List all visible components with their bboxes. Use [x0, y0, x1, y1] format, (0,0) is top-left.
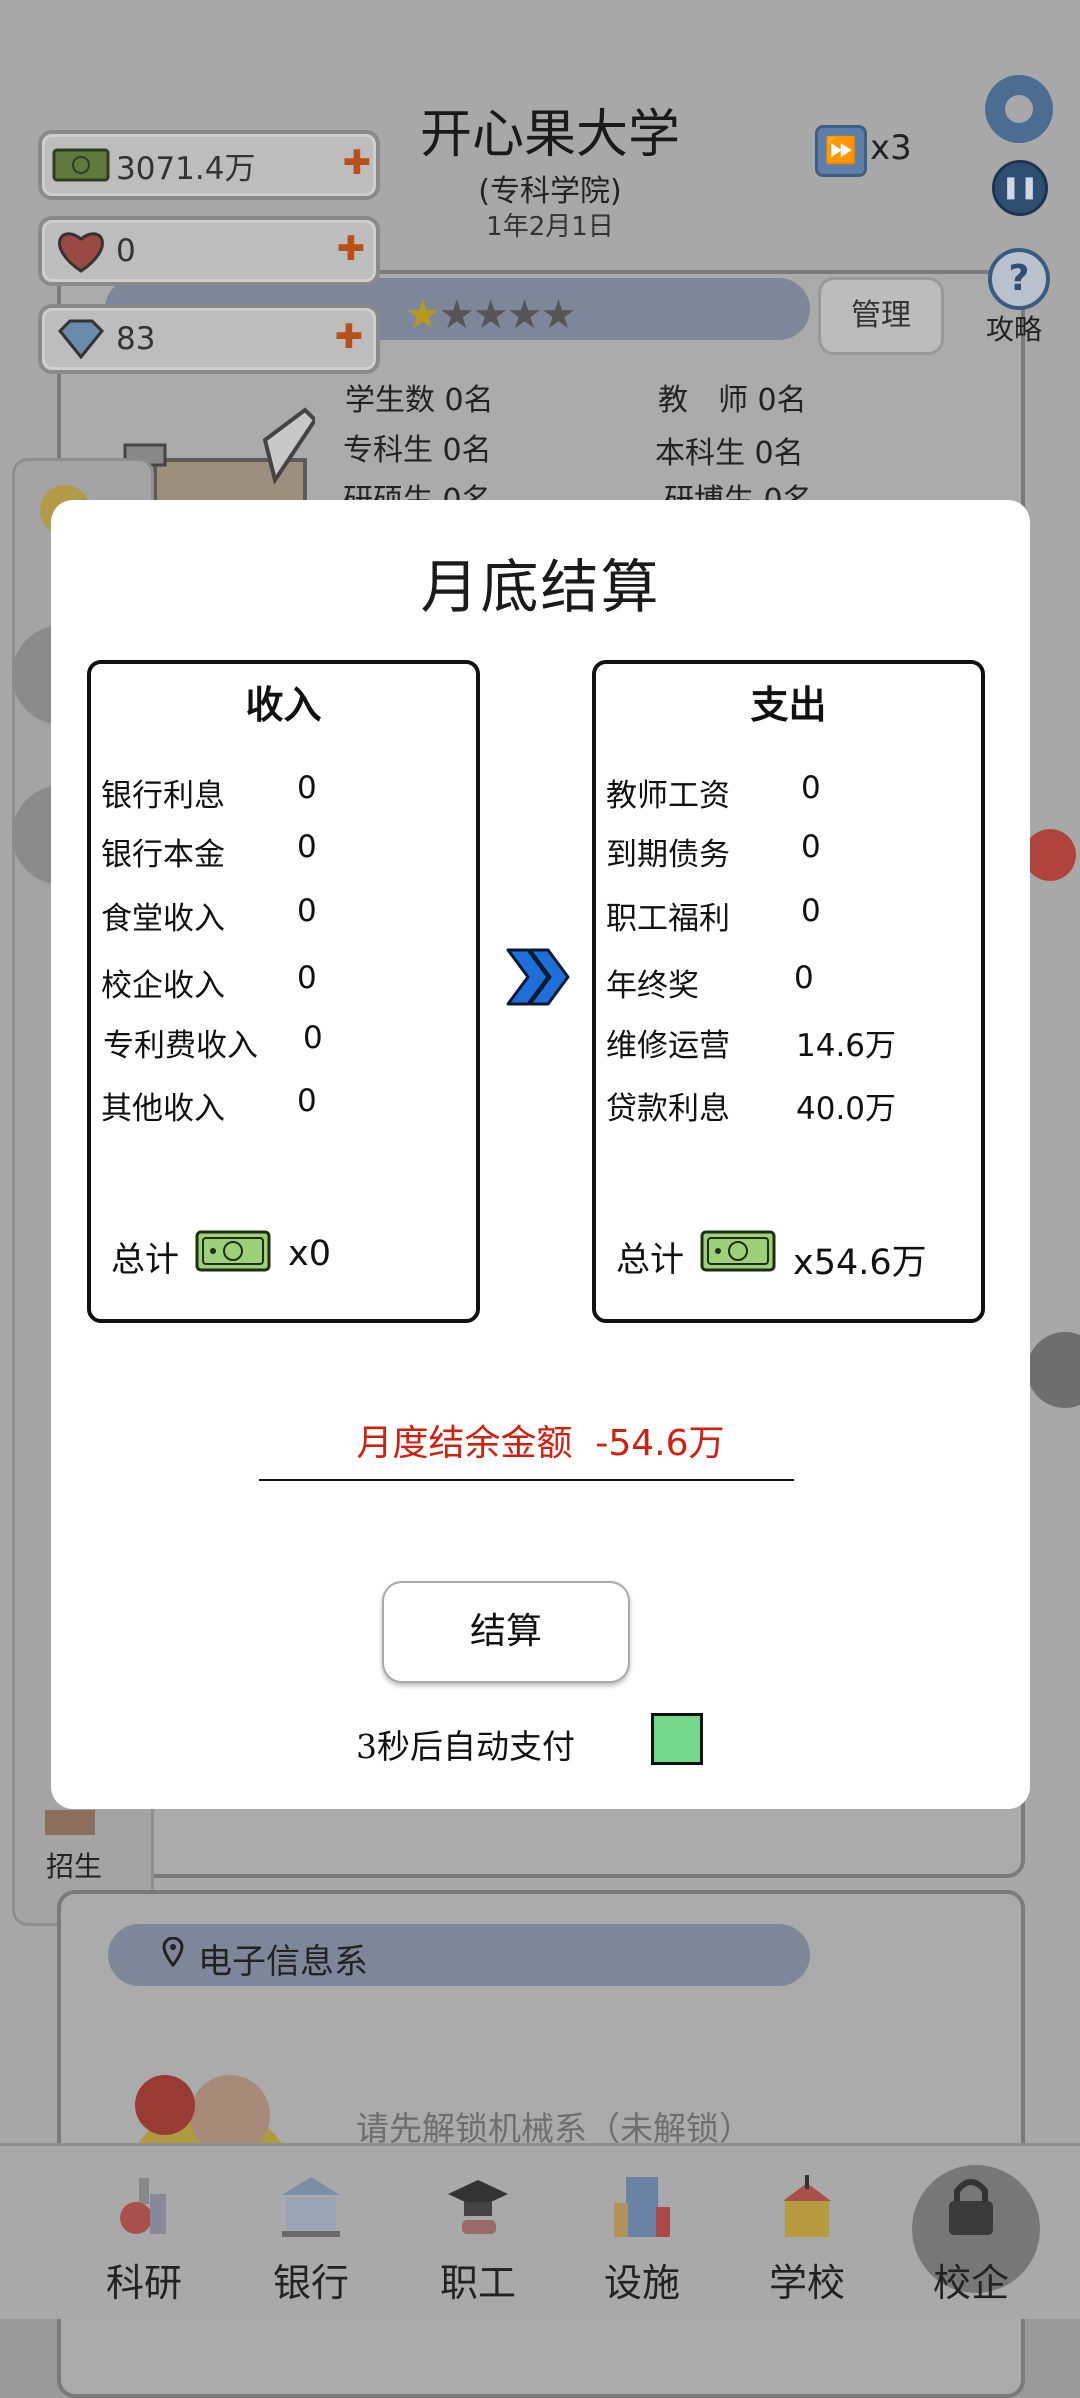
auto-pay-checkbox[interactable]	[651, 1713, 703, 1765]
fast-forward-button[interactable]: ⏩	[815, 125, 867, 177]
gems-value: 83	[116, 321, 156, 357]
double-chevron-right-icon	[506, 948, 570, 1006]
department-name: 电子信息系	[198, 1942, 368, 1982]
nav-school[interactable]: 学校	[752, 2170, 862, 2307]
speed-multiplier: x3	[870, 128, 912, 168]
lock-icon	[916, 2170, 1026, 2242]
money-value: 3071.4万	[116, 150, 256, 187]
university-name: 开心果大学	[419, 105, 680, 165]
expense-box: 支出 教师工资 0 到期债务 0 职工福利 0 年终奖 0 维修运营 14.6万…	[592, 660, 985, 1323]
building-icon	[587, 2170, 697, 2242]
stat-junior: 专科生 0名	[343, 433, 492, 468]
expense-row-label: 年终奖	[606, 968, 699, 1004]
income-row-label: 银行本金	[101, 837, 225, 873]
expense-row-value: 0	[794, 960, 814, 996]
settlement-dialog: 月底结算 收入 银行利息 0 银行本金 0 食堂收入 0 校企收入 0 专利费收…	[51, 500, 1030, 1809]
income-row-label: 其他收入	[101, 1091, 225, 1127]
add-money-button[interactable]: ✚	[342, 146, 372, 180]
hearts-counter: 0 ✚	[38, 216, 380, 286]
stat-teachers: 教 师 0名	[658, 383, 807, 418]
bank-icon	[256, 2170, 366, 2242]
nav-label: 科研	[105, 2261, 182, 2305]
help-label: 攻略	[986, 313, 1043, 346]
nav-research[interactable]: 科研	[89, 2170, 199, 2307]
location-pin-icon	[162, 1937, 184, 1967]
income-row-label: 专利费收入	[103, 1028, 258, 1064]
settle-button[interactable]: 结算	[382, 1581, 630, 1683]
auto-pay-label: 3秒后自动支付	[356, 1727, 575, 1766]
cash-icon	[52, 145, 110, 185]
graduation-cap-icon	[423, 2170, 533, 2242]
nav-bank[interactable]: 银行	[256, 2170, 366, 2307]
nav-facilities[interactable]: 设施	[587, 2170, 697, 2307]
add-gems-button[interactable]: ✚	[334, 320, 364, 354]
income-row-value: 0	[297, 829, 317, 865]
side-button-icon[interactable]	[1025, 1325, 1080, 1415]
hearts-value: 0	[116, 233, 136, 269]
money-counter: 3071.4万 ✚	[38, 130, 380, 200]
income-row-value: 0	[297, 960, 317, 996]
flask-icon	[89, 2170, 199, 2242]
heart-icon	[52, 231, 110, 273]
expense-row-label: 到期债务	[606, 837, 730, 873]
nav-label: 职工	[439, 2261, 516, 2305]
college-type: (专科学院)	[478, 174, 622, 209]
income-row-value: 0	[297, 893, 317, 929]
nav-label: 设施	[603, 2261, 680, 2305]
income-total-value: x0	[288, 1234, 331, 1274]
expense-row-value: 14.6万	[796, 1028, 897, 1064]
income-box: 收入 银行利息 0 银行本金 0 食堂收入 0 校企收入 0 专利费收入 0 其…	[87, 660, 480, 1323]
income-row-value: 0	[297, 770, 317, 806]
monthly-balance: 月度结余金额 -54.6万	[51, 1414, 1030, 1466]
income-row-label: 校企收入	[101, 968, 225, 1004]
game-date: 1年2月1日	[486, 212, 614, 242]
expense-total-label: 总计	[616, 1240, 684, 1280]
cash-icon	[700, 1230, 776, 1272]
expense-row-value: 0	[801, 893, 821, 929]
help-button[interactable]: ?	[988, 248, 1050, 310]
expense-row-value: 0	[801, 770, 821, 806]
expense-row-label: 维修运营	[606, 1028, 730, 1064]
nav-staff[interactable]: 职工	[423, 2170, 533, 2307]
income-row-label: 食堂收入	[101, 901, 225, 937]
expense-row-label: 贷款利息	[606, 1091, 730, 1127]
income-total-label: 总计	[111, 1240, 179, 1280]
income-heading: 收入	[245, 683, 322, 727]
expense-row-value: 0	[801, 829, 821, 865]
income-row-value: 0	[303, 1020, 323, 1056]
expense-row-label: 教师工资	[606, 778, 730, 814]
manage-button[interactable]: 管理	[818, 277, 944, 355]
income-row-value: 0	[297, 1083, 317, 1119]
expense-row-value: 40.0万	[796, 1091, 897, 1127]
balance-label: 月度结余金额	[356, 1423, 573, 1464]
pause-button[interactable]: ❚❚	[992, 160, 1048, 216]
add-hearts-button[interactable]: ✚	[336, 232, 366, 266]
star-rating: ★★★★★	[405, 292, 576, 338]
enroll-button[interactable]: 招生	[46, 1845, 102, 1885]
income-row-label: 银行利息	[101, 778, 225, 814]
nav-label: 银行	[272, 2261, 349, 2305]
gems-counter: 83 ✚	[38, 304, 380, 374]
settings-gear-icon[interactable]	[985, 75, 1053, 143]
diamond-icon	[52, 319, 110, 359]
expense-heading: 支出	[750, 683, 827, 727]
expense-row-label: 职工福利	[606, 901, 730, 937]
stat-students: 学生数 0名	[345, 383, 494, 418]
expense-total-value: x54.6万	[793, 1243, 927, 1283]
dialog-title: 月底结算	[420, 553, 661, 621]
nav-label: 校企	[932, 2261, 1009, 2305]
nav-label: 学校	[768, 2261, 845, 2305]
cash-icon	[195, 1230, 271, 1272]
divider	[259, 1479, 794, 1481]
nav-enterprise[interactable]: 校企	[916, 2170, 1026, 2307]
stat-undergrad: 本科生 0名	[655, 436, 804, 471]
balance-value: -54.6万	[595, 1423, 725, 1464]
school-icon	[752, 2170, 862, 2242]
